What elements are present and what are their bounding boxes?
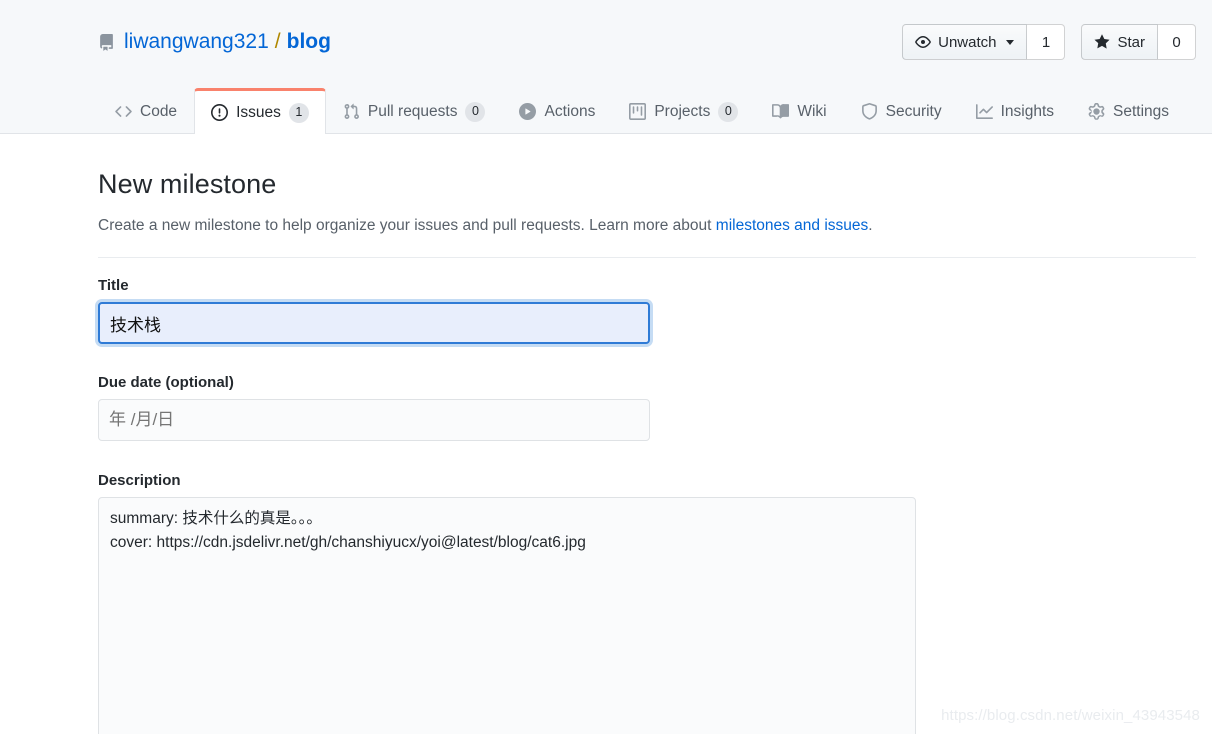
- repo-separator: /: [274, 30, 281, 53]
- star-count[interactable]: 0: [1158, 24, 1196, 60]
- watch-button-group: Unwatch 1: [902, 24, 1066, 60]
- repo-owner-link[interactable]: liwangwang321: [124, 27, 269, 57]
- page-title: New milestone: [98, 169, 277, 199]
- nav-item-wiki[interactable]: Wiki: [755, 88, 843, 134]
- gear-icon: [1088, 103, 1105, 120]
- description-textarea[interactable]: summary: 技术什么的真是。。。 cover: https://cdn.j…: [98, 497, 916, 734]
- title-label: Title: [98, 277, 129, 294]
- project-icon: [629, 103, 647, 120]
- milestones-and-issues-link[interactable]: milestones and issues: [716, 217, 869, 234]
- nav-item-issues-counter: 1: [288, 102, 309, 123]
- nav-item-insights[interactable]: Insights: [959, 88, 1071, 134]
- description-label: Description: [98, 472, 181, 489]
- nav-item-pull-requests-label: Pull requests: [367, 102, 458, 120]
- nav-item-projects-counter: 0: [718, 101, 739, 122]
- nav-item-wiki-label: Wiki: [797, 102, 827, 120]
- nav-item-settings[interactable]: Settings: [1071, 88, 1186, 134]
- repository-actions: Unwatch 1 Star 0: [902, 24, 1196, 60]
- nav-item-actions[interactable]: Actions: [502, 88, 612, 134]
- repository-nav: Code Issues 1 Pull requests 0 Actions Pr…: [98, 86, 1186, 134]
- nav-item-issues-label: Issues: [236, 103, 281, 121]
- repo-book-icon: [98, 33, 115, 51]
- repository-header: liwangwang321 / blog Unwatch 1 Star 0 Co…: [0, 0, 1212, 134]
- nav-item-code[interactable]: Code: [98, 88, 194, 134]
- nav-item-settings-label: Settings: [1113, 102, 1170, 120]
- page-root: liwangwang321 / blog Unwatch 1 Star 0 Co…: [0, 0, 1212, 734]
- nav-item-projects-label: Projects: [654, 102, 711, 120]
- description-field-block: Description summary: 技术什么的真是。。。 cover: h…: [98, 472, 1196, 734]
- unwatch-button-label: Unwatch: [938, 33, 997, 51]
- unwatch-button[interactable]: Unwatch: [902, 24, 1028, 60]
- repo-name-link[interactable]: blog: [287, 27, 331, 57]
- watch-count[interactable]: 1: [1027, 24, 1066, 60]
- title-input[interactable]: [98, 302, 650, 344]
- page-description-text: Create a new milestone to help organize …: [98, 216, 716, 234]
- nav-item-projects[interactable]: Projects 0: [612, 88, 755, 134]
- page-header: New milestone Create a new milestone to …: [98, 134, 1196, 237]
- nav-item-security-label: Security: [885, 102, 942, 120]
- due-date-input[interactable]: [98, 399, 650, 441]
- nav-item-issues[interactable]: Issues 1: [194, 88, 326, 134]
- nav-item-security[interactable]: Security: [844, 88, 959, 134]
- due-date-label: Due date (optional): [98, 374, 234, 391]
- git-pull-request-icon: [343, 103, 360, 120]
- nav-item-pull-requests[interactable]: Pull requests 0: [326, 88, 503, 134]
- page-description: Create a new milestone to help organize …: [98, 214, 1196, 237]
- shield-icon: [861, 103, 878, 120]
- nav-item-code-label: Code: [140, 102, 178, 120]
- page-description-suffix: .: [868, 216, 873, 234]
- chevron-down-icon: [1006, 39, 1015, 45]
- eye-icon: [915, 34, 931, 50]
- main-content: New milestone Create a new milestone to …: [0, 134, 1212, 734]
- star-button[interactable]: Star: [1081, 24, 1158, 60]
- code-icon: [115, 103, 132, 120]
- nav-item-insights-label: Insights: [1000, 102, 1055, 120]
- star-button-label: Star: [1117, 33, 1145, 51]
- book-icon: [772, 103, 790, 120]
- star-icon: [1094, 34, 1111, 50]
- nav-item-pull-requests-counter: 0: [465, 101, 486, 122]
- star-button-group: Star 0: [1081, 24, 1196, 60]
- repository-breadcrumb: liwangwang321 / blog: [98, 27, 331, 57]
- due-date-field-block: Due date (optional): [98, 374, 1196, 441]
- issue-opened-icon: [211, 104, 229, 121]
- play-icon: [519, 103, 537, 120]
- new-milestone-form: Title Due date (optional) Description su…: [98, 258, 1196, 734]
- graph-icon: [975, 103, 993, 120]
- title-field-block: Title: [98, 277, 1196, 344]
- nav-item-actions-label: Actions: [544, 102, 596, 120]
